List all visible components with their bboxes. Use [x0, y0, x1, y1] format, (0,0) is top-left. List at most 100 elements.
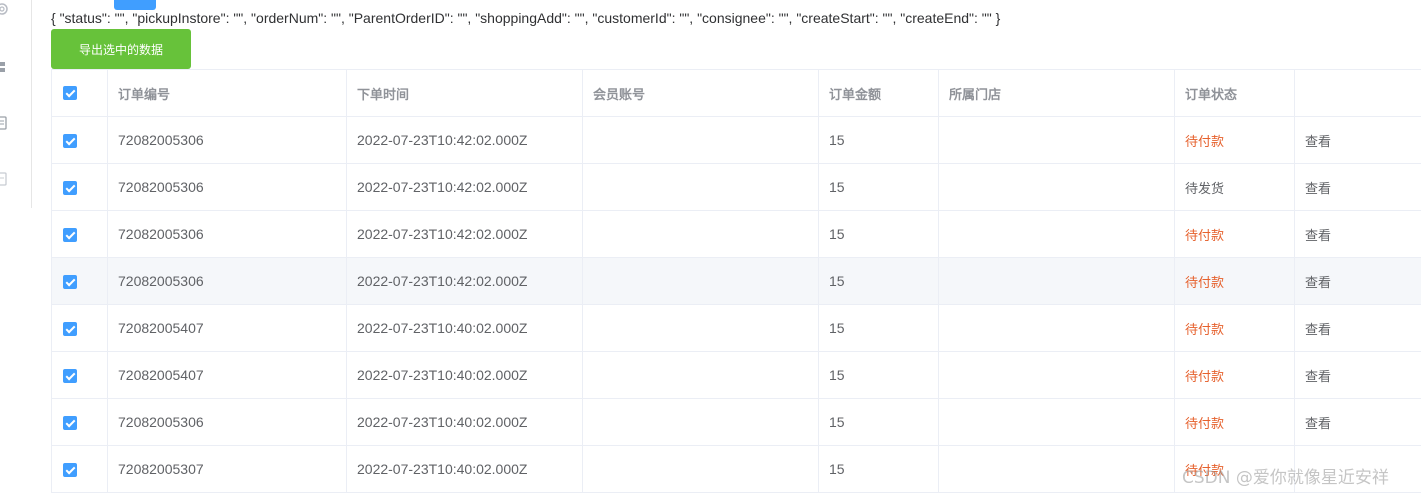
cell-member-account — [582, 210, 819, 258]
row-checkbox[interactable] — [63, 275, 77, 290]
cell-order-status: 待发货 — [1174, 163, 1295, 211]
query-params-text: { "status": "", "pickupInstore": "", "or… — [51, 10, 1001, 26]
cell-order-time: 2022-07-23T10:42:02.000Z — [346, 163, 583, 211]
view-link[interactable]: 查看 — [1305, 182, 1331, 197]
select-all-cell[interactable] — [51, 69, 108, 117]
cell-order-time: 2022-07-23T10:40:02.000Z — [346, 445, 583, 493]
status-badge: 待付款 — [1185, 322, 1225, 338]
row-select-cell[interactable] — [51, 257, 108, 305]
row-checkbox[interactable] — [63, 228, 77, 243]
cell-order-no: 72082005306 — [107, 163, 347, 211]
cell-actions: 查看 — [1294, 304, 1421, 352]
status-badge: 待付款 — [1185, 228, 1225, 244]
cell-order-amount: 15 — [818, 398, 939, 446]
table-row[interactable]: 72082005306 2022-07-23T10:42:02.000Z 15 待付款… — [51, 116, 1421, 164]
cell-order-amount: 15 — [818, 351, 939, 399]
row-checkbox[interactable] — [63, 463, 77, 478]
status-badge: 待付款 — [1185, 369, 1225, 385]
row-checkbox[interactable] — [63, 322, 77, 337]
cell-order-no: 72082005306 — [107, 210, 347, 258]
cell-order-status: 待付款 — [1174, 351, 1295, 399]
cell-actions: 查看 — [1294, 257, 1421, 305]
cell-order-time: 2022-07-23T10:40:02.000Z — [346, 351, 583, 399]
cell-member-account — [582, 398, 819, 446]
row-checkbox[interactable] — [63, 181, 77, 196]
sidebar-collapsed — [0, 0, 32, 208]
cell-order-no: 72082005407 — [107, 304, 347, 352]
document-icon[interactable] — [0, 116, 10, 130]
cell-store — [938, 210, 1175, 258]
row-select-cell[interactable] — [51, 163, 108, 211]
view-link[interactable]: 查看 — [1305, 370, 1331, 385]
file-icon[interactable] — [0, 172, 10, 186]
row-checkbox[interactable] — [63, 369, 77, 384]
header-member-account: 会员账号 — [582, 69, 819, 117]
cell-order-amount: 15 — [818, 257, 939, 305]
view-link[interactable]: 查看 — [1305, 276, 1331, 291]
table-row[interactable]: 72082005407 2022-07-23T10:40:02.000Z 15 待付款… — [51, 304, 1421, 352]
table-row[interactable]: 72082005407 2022-07-23T10:40:02.000Z 15 待付款… — [51, 351, 1421, 399]
cell-order-status: 待付款 — [1174, 210, 1295, 258]
view-link[interactable]: 查看 — [1305, 229, 1331, 244]
row-select-cell[interactable] — [51, 351, 108, 399]
table-header-row: 订单编号 下单时间 会员账号 订单金额 所属门店 订单状态 — [51, 69, 1421, 117]
header-store: 所属门店 — [938, 69, 1175, 117]
cell-order-time: 2022-07-23T10:40:02.000Z — [346, 398, 583, 446]
select-all-checkbox[interactable] — [63, 86, 77, 100]
cell-actions: 查看 — [1294, 398, 1421, 446]
cell-member-account — [582, 445, 819, 493]
status-badge: 待付款 — [1185, 416, 1225, 432]
row-select-cell[interactable] — [51, 210, 108, 258]
cell-order-no: 72082005306 — [107, 398, 347, 446]
cell-order-no: 72082005307 — [107, 445, 347, 493]
row-select-cell[interactable] — [51, 116, 108, 164]
watermark: CSDN @爱你就像星近安祥 — [1182, 468, 1389, 488]
cell-order-amount: 15 — [818, 163, 939, 211]
header-order-no: 订单编号 — [107, 69, 347, 117]
cell-actions: 查看 — [1294, 351, 1421, 399]
cell-order-time: 2022-07-23T10:40:02.000Z — [346, 304, 583, 352]
table-row[interactable]: 72082005306 2022-07-23T10:42:02.000Z 15 待付款… — [51, 210, 1421, 258]
view-link[interactable]: 查看 — [1305, 135, 1331, 150]
table-row[interactable]: 72082005306 2022-07-23T10:42:02.000Z 15 待发货… — [51, 163, 1421, 211]
cell-order-status: 待付款 — [1174, 116, 1295, 164]
table-row[interactable]: 72082005306 2022-07-23T10:42:02.000Z 15 待付款… — [51, 257, 1421, 305]
view-link[interactable]: 查看 — [1305, 323, 1331, 338]
cell-store — [938, 116, 1175, 164]
cell-store — [938, 398, 1175, 446]
cell-actions: 查看 — [1294, 163, 1421, 211]
row-checkbox[interactable] — [63, 134, 77, 149]
cell-actions: 查看 — [1294, 116, 1421, 164]
cell-member-account — [582, 116, 819, 164]
cell-order-no: 72082005306 — [107, 116, 347, 164]
cell-actions: 查看 — [1294, 210, 1421, 258]
cell-member-account — [582, 163, 819, 211]
cell-store — [938, 163, 1175, 211]
cell-member-account — [582, 257, 819, 305]
row-select-cell[interactable] — [51, 304, 108, 352]
grid-icon[interactable] — [0, 60, 10, 74]
table-row[interactable]: 72082005306 2022-07-23T10:40:02.000Z 15 待付款… — [51, 398, 1421, 446]
orders-table: 订单编号 下单时间 会员账号 订单金额 所属门店 订单状态 7208200530… — [51, 69, 1421, 493]
row-select-cell[interactable] — [51, 398, 108, 446]
cell-order-status: 待付款 — [1174, 257, 1295, 305]
status-badge: 待发货 — [1185, 181, 1225, 197]
cell-store — [938, 304, 1175, 352]
cell-order-amount: 15 — [818, 210, 939, 258]
row-checkbox[interactable] — [63, 416, 77, 431]
row-select-cell[interactable] — [51, 445, 108, 493]
cell-order-status: 待付款 — [1174, 304, 1295, 352]
cell-order-no: 72082005407 — [107, 351, 347, 399]
header-order-time: 下单时间 — [346, 69, 583, 117]
cell-order-amount: 15 — [818, 116, 939, 164]
view-link[interactable]: 查看 — [1305, 417, 1331, 432]
cell-store — [938, 257, 1175, 305]
cell-order-time: 2022-07-23T10:42:02.000Z — [346, 116, 583, 164]
header-order-amount: 订单金额 — [818, 69, 939, 117]
cell-store — [938, 445, 1175, 493]
cell-store — [938, 351, 1175, 399]
gear-icon[interactable] — [0, 2, 10, 16]
export-selected-button[interactable]: 导出选中的数据 — [51, 29, 191, 69]
search-button-partial[interactable] — [114, 0, 156, 10]
header-order-status: 订单状态 — [1174, 69, 1295, 117]
